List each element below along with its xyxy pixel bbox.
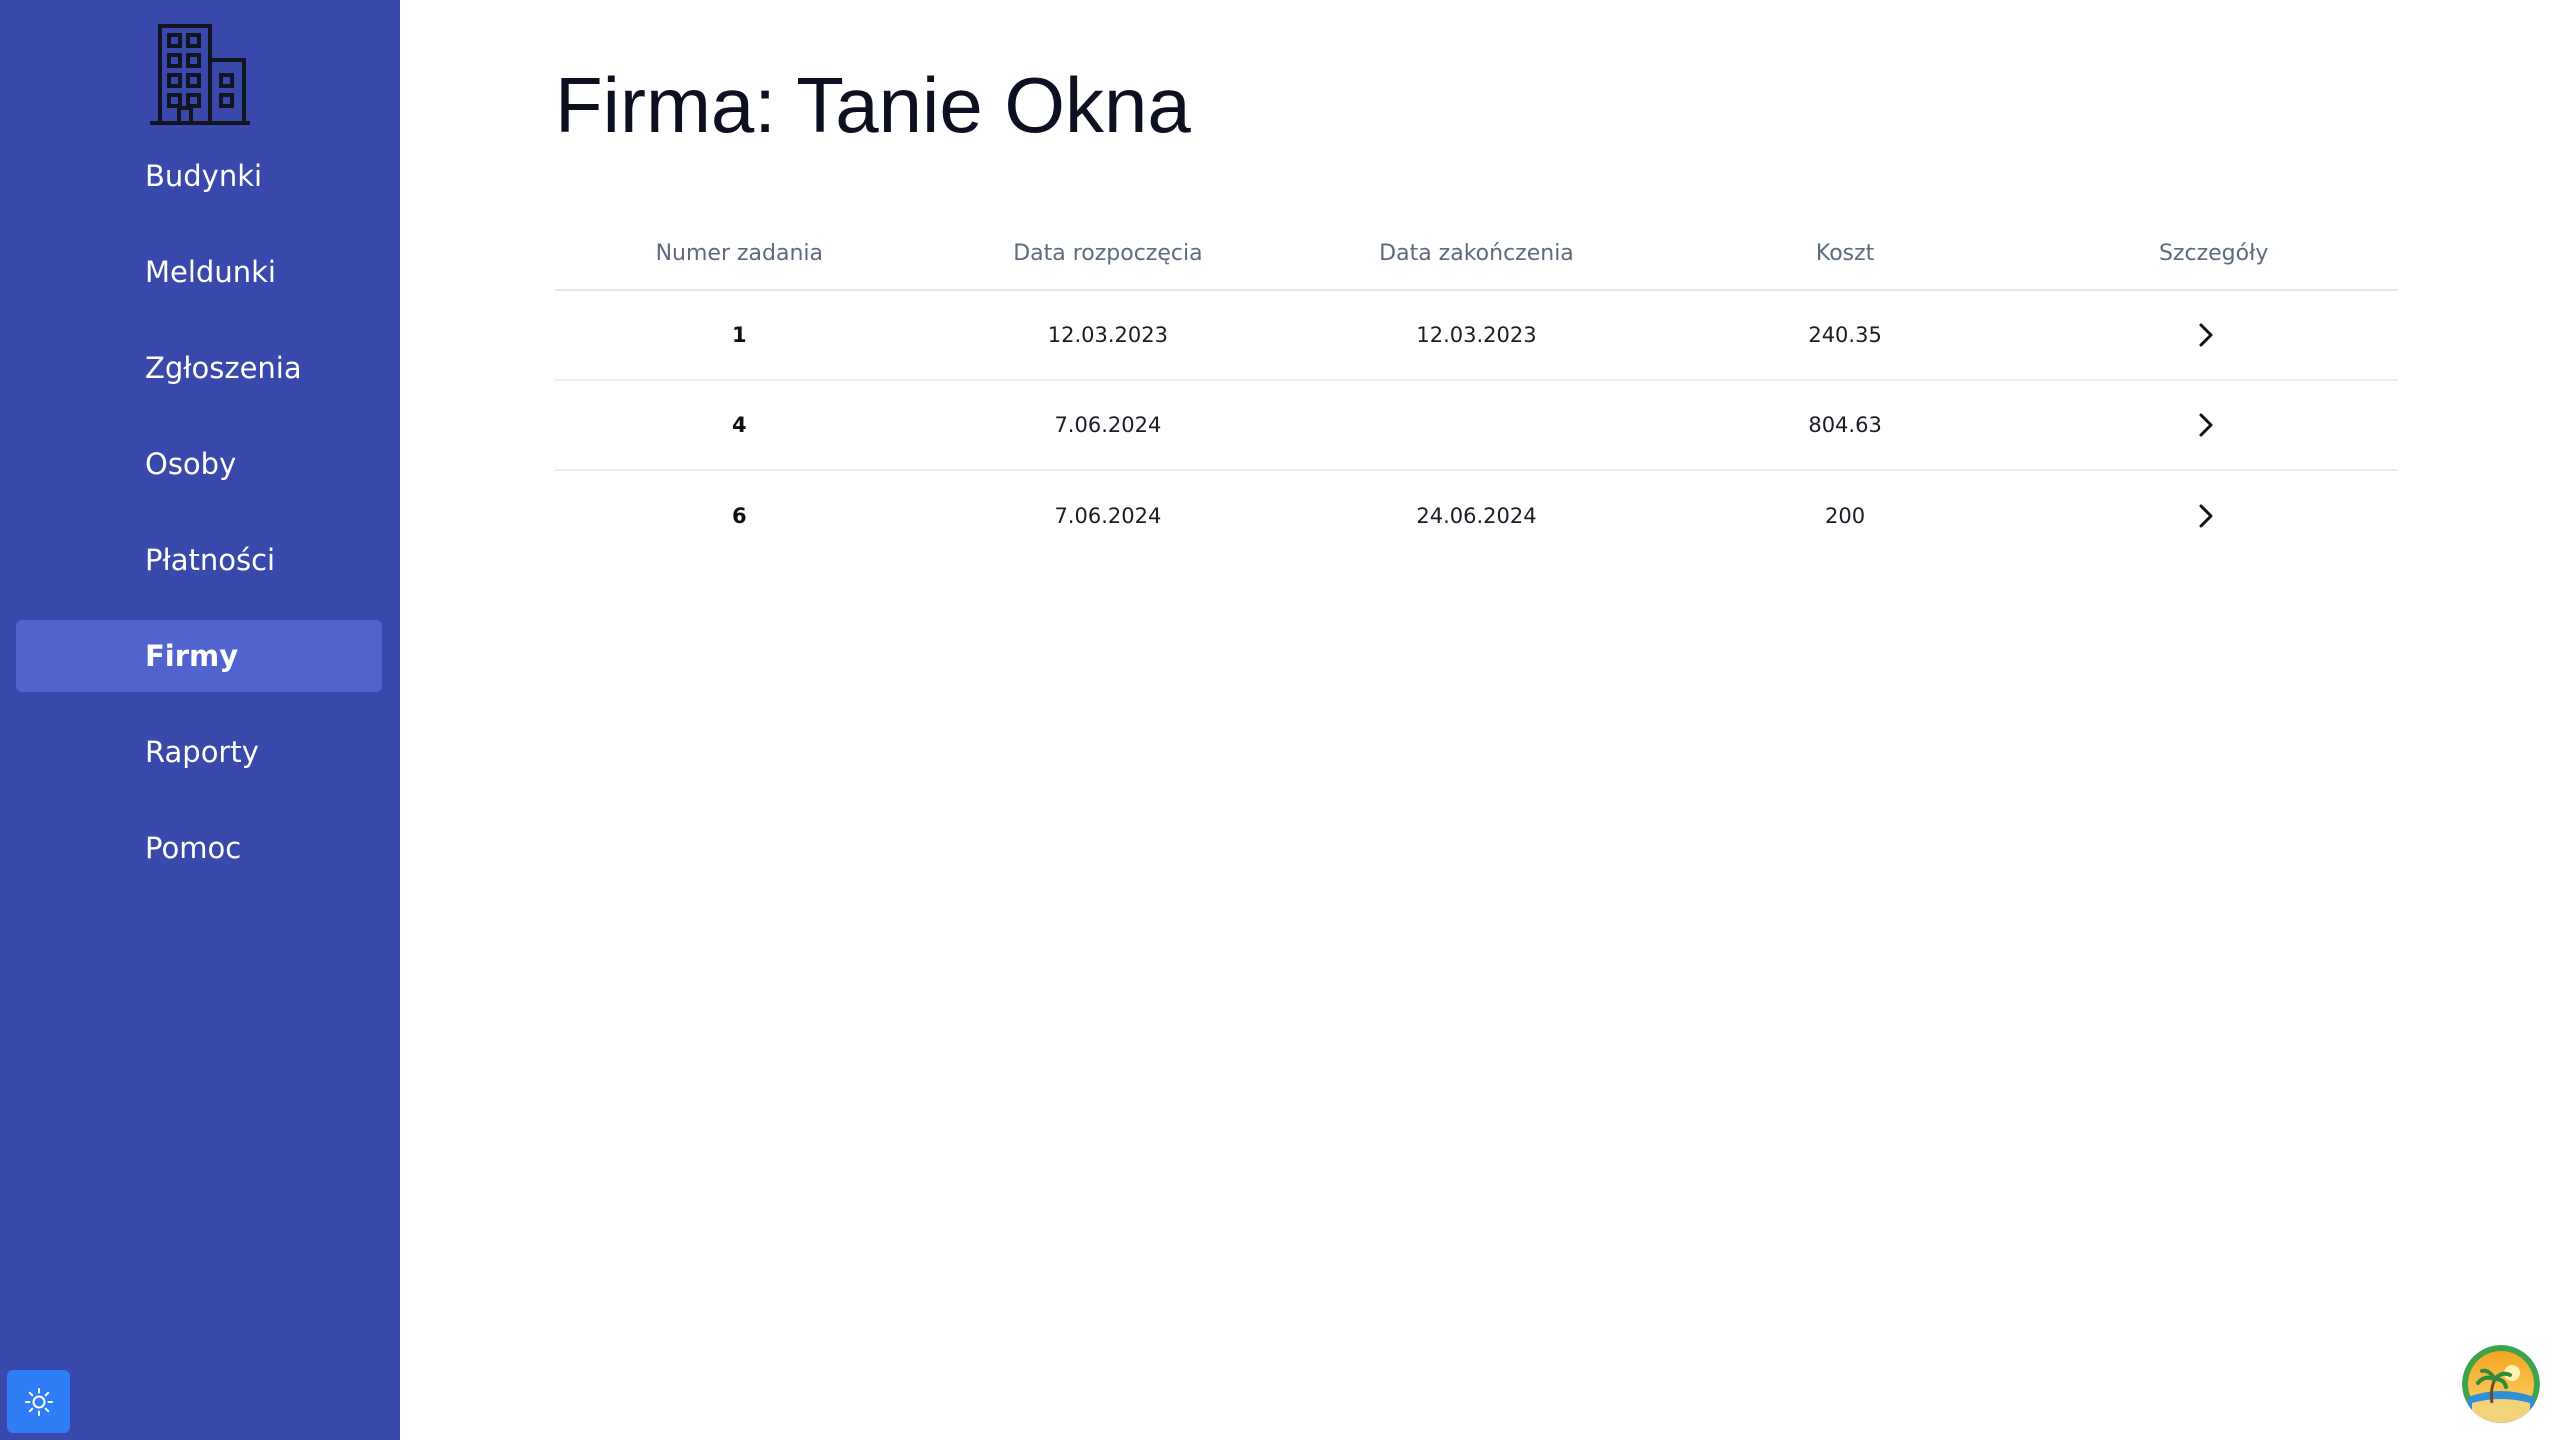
task-start-date: 7.06.2024 [1054, 504, 1162, 528]
task-cost: 240.35 [1808, 323, 1882, 347]
table-row: 6 7.06.2024 24.06.2024 200 [555, 471, 2398, 561]
sidebar-item-label: Osoby [145, 447, 237, 481]
task-details-cell [2029, 411, 2398, 439]
sidebar-item-osoby[interactable]: Osoby [16, 428, 382, 500]
task-end-date: 24.06.2024 [1416, 504, 1537, 528]
tasks-table: Numer zadania Data rozpoczęcia Data zako… [555, 217, 2398, 561]
sidebar-item-raporty[interactable]: Raporty [16, 716, 382, 788]
sidebar-item-label: Firmy [145, 639, 239, 673]
table-row: 4 7.06.2024 804.63 [555, 381, 2398, 471]
sidebar-item-label: Pomoc [145, 831, 242, 865]
sidebar-item-pomoc[interactable]: Pomoc [16, 812, 382, 884]
task-number: 4 [731, 413, 747, 437]
sidebar-item-label: Zgłoszenia [145, 351, 302, 385]
column-header-end-date: Data zakończenia [1379, 240, 1574, 266]
sidebar-item-zgloszenia[interactable]: Zgłoszenia [16, 332, 382, 404]
sidebar-item-meldunki[interactable]: Meldunki [16, 236, 382, 308]
sidebar-item-label: Budynki [145, 159, 263, 193]
chevron-right-icon[interactable] [2192, 321, 2220, 349]
column-header-number: Numer zadania [655, 240, 823, 266]
task-start-date: 12.03.2023 [1047, 323, 1169, 347]
task-end-date: 12.03.2023 [1416, 323, 1537, 347]
task-details-cell [2029, 502, 2398, 530]
task-details-cell [2029, 321, 2398, 349]
task-number: 6 [731, 504, 747, 528]
sidebar-item-label: Meldunki [145, 255, 276, 289]
sidebar-item-firmy[interactable]: Firmy [16, 620, 382, 692]
page-title: Firma: Tanie Okna [555, 61, 1191, 149]
task-cost: 804.63 [1808, 413, 1882, 437]
task-cost: 200 [1825, 504, 1866, 528]
column-header-details: Szczegóły [2158, 240, 2269, 266]
chevron-right-icon[interactable] [2192, 502, 2220, 530]
sidebar: Budynki Meldunki Zgłoszenia Osoby Płatno… [0, 0, 400, 1440]
main-content: Firma: Tanie Okna Numer zadania Data roz… [400, 0, 2560, 1440]
table-header-row: Numer zadania Data rozpoczęcia Data zako… [555, 217, 2398, 291]
sidebar-item-platnosci[interactable]: Płatności [16, 524, 382, 596]
column-header-cost: Koszt [1815, 240, 1875, 266]
task-start-date: 7.06.2024 [1054, 413, 1162, 437]
sun-icon [24, 1387, 53, 1416]
column-header-start-date: Data rozpoczęcia [1013, 240, 1203, 266]
theme-toggle-button[interactable] [7, 1370, 70, 1433]
chevron-right-icon[interactable] [2192, 411, 2220, 439]
table-row: 1 12.03.2023 12.03.2023 240.35 [555, 291, 2398, 381]
sidebar-item-budynki[interactable]: Budynki [16, 140, 382, 212]
sidebar-item-label: Raporty [145, 735, 259, 769]
task-number: 1 [731, 323, 747, 347]
building-icon[interactable] [150, 22, 250, 127]
palm-beach-avatar-icon[interactable] [2462, 1345, 2540, 1423]
app: Budynki Meldunki Zgłoszenia Osoby Płatno… [0, 0, 2560, 1440]
sidebar-item-label: Płatności [145, 543, 276, 577]
